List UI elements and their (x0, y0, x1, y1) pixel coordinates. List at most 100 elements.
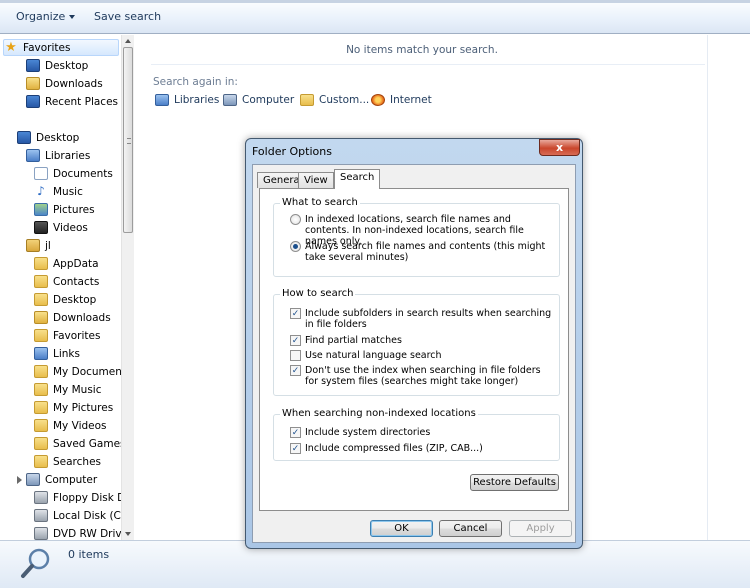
search-always-radio[interactable]: Always search file names and contents (t… (290, 241, 555, 263)
nav-item-contacts[interactable]: Contacts (34, 273, 99, 290)
nav-item-my-pictures[interactable]: My Pictures (34, 399, 113, 416)
search-computer-link[interactable]: Computer (223, 94, 294, 106)
scroll-thumb[interactable] (123, 47, 133, 233)
nav-item-desktop-root[interactable]: Desktop (17, 129, 79, 146)
documents-icon (34, 167, 48, 180)
nav-label: DVD RW Drive (53, 527, 129, 540)
favorites-icon (34, 329, 48, 342)
no-index-system-checkbox[interactable]: ✓ Don't use the index when searching in f… (290, 365, 555, 387)
window-top-edge (0, 0, 750, 3)
nav-label: Searches (53, 455, 102, 468)
dialog-body: General View Search What to search In in… (252, 164, 576, 543)
search-again-label: Search again in: (153, 76, 238, 88)
nav-label: My Documents (53, 365, 132, 378)
tab-view[interactable]: View (298, 172, 334, 188)
nav-label: Desktop (53, 293, 97, 306)
dvd-icon (34, 527, 48, 540)
nav-item-downloads[interactable]: Downloads (26, 75, 103, 92)
organize-button[interactable]: Organize (16, 10, 76, 23)
nav-label: Pictures (53, 203, 95, 216)
computer-icon (223, 94, 237, 106)
option-label: Include compressed files (ZIP, CAB...) (305, 443, 483, 454)
nav-label: Libraries (45, 149, 91, 162)
checkbox-checked[interactable]: ✓ (290, 443, 301, 454)
nav-item-appdata[interactable]: AppData (34, 255, 99, 272)
folder-icon (34, 257, 48, 270)
nav-item-pictures[interactable]: Pictures (34, 201, 95, 218)
nav-label: Videos (53, 221, 88, 234)
item-count: 0 items (68, 548, 110, 561)
option-label: Include subfolders in search results whe… (305, 308, 552, 330)
nav-item-documents[interactable]: Documents (34, 165, 113, 182)
nav-item-dvd[interactable]: DVD RW Drive (34, 525, 128, 540)
disk-icon (34, 509, 48, 522)
search-internet-link[interactable]: Internet (371, 94, 432, 106)
checkbox-checked[interactable]: ✓ (290, 365, 301, 376)
radio-button-selected[interactable] (290, 241, 301, 252)
save-search-button[interactable]: Save search (94, 10, 161, 23)
nav-item-saved-games[interactable]: Saved Games (34, 435, 126, 452)
checkbox-checked[interactable]: ✓ (290, 308, 301, 319)
checkbox-checked[interactable]: ✓ (290, 427, 301, 438)
desktop-icon (34, 293, 48, 306)
search-custom-link[interactable]: Custom... (300, 94, 369, 106)
nav-item-user-favorites[interactable]: Favorites (34, 327, 100, 344)
ok-button[interactable]: OK (370, 520, 433, 537)
search-libraries-link[interactable]: Libraries (155, 94, 219, 106)
tab-search[interactable]: Search (334, 169, 381, 189)
nav-label: Desktop (36, 131, 80, 144)
expand-arrow-icon[interactable] (17, 476, 22, 484)
nav-item-user-downloads[interactable]: Downloads (34, 309, 111, 326)
nav-item-my-videos[interactable]: My Videos (34, 417, 107, 434)
downloads-icon (34, 311, 48, 324)
option-label: Always search file names and contents (t… (305, 241, 546, 263)
navigation-pane: ★ Favorites Desktop Downloads Recent Plac… (0, 35, 134, 540)
videos-icon (34, 221, 48, 234)
restore-defaults-button[interactable]: Restore Defaults (470, 474, 559, 491)
nav-item-desktop[interactable]: Desktop (26, 57, 88, 74)
scroll-up-icon[interactable] (125, 39, 131, 43)
desktop-icon (17, 131, 31, 144)
user-folder-icon (26, 239, 40, 252)
nav-item-recent-places[interactable]: Recent Places (26, 93, 118, 110)
nav-item-my-documents[interactable]: My Documents (34, 363, 131, 380)
group-title: How to search (280, 288, 356, 299)
nav-label: AppData (53, 257, 99, 270)
pictures-icon (34, 203, 48, 216)
nav-item-links[interactable]: Links (34, 345, 80, 362)
nav-scrollbar[interactable] (121, 35, 134, 540)
checkbox-checked[interactable]: ✓ (290, 335, 301, 346)
nav-item-local-disk[interactable]: Local Disk (C:) (34, 507, 129, 524)
scroll-down-icon[interactable] (125, 532, 131, 536)
natural-language-checkbox[interactable]: Use natural language search (290, 350, 555, 361)
nav-item-my-music[interactable]: My Music (34, 381, 102, 398)
videos-icon (34, 419, 48, 432)
nav-item-music[interactable]: ♪ Music (34, 183, 83, 200)
system-directories-checkbox[interactable]: ✓ Include system directories (290, 427, 555, 438)
music-icon (34, 383, 48, 396)
cancel-button[interactable]: Cancel (439, 520, 502, 537)
nav-item-jl[interactable]: jl (26, 237, 51, 254)
nav-item-libraries[interactable]: Libraries (26, 147, 90, 164)
option-label: Don't use the index when searching in fi… (305, 365, 541, 387)
non-indexed-group: When searching non-indexed locations ✓ In… (273, 408, 560, 461)
radio-button[interactable] (290, 214, 301, 225)
compressed-files-checkbox[interactable]: ✓ Include compressed files (ZIP, CAB...) (290, 443, 555, 454)
nav-label: Saved Games (53, 437, 126, 450)
libraries-icon (155, 94, 169, 106)
nav-item-floppy[interactable]: Floppy Disk Dri (34, 489, 132, 506)
checkbox-unchecked[interactable] (290, 350, 301, 361)
apply-button[interactable]: Apply (509, 520, 572, 537)
option-label: Include system directories (305, 427, 431, 438)
nav-item-favorites[interactable]: ★ Favorites (3, 39, 119, 56)
partial-matches-checkbox[interactable]: ✓ Find partial matches (290, 335, 555, 346)
nav-item-user-desktop[interactable]: Desktop (34, 291, 96, 308)
nav-item-computer[interactable]: Computer (26, 471, 97, 488)
nav-label: My Pictures (53, 401, 114, 414)
custom-folder-icon (300, 94, 314, 106)
close-button[interactable]: x (539, 139, 580, 156)
nav-item-videos[interactable]: Videos (34, 219, 88, 236)
nav-label: Local Disk (C:) (53, 509, 129, 522)
nav-item-searches[interactable]: Searches (34, 453, 101, 470)
include-subfolders-checkbox[interactable]: ✓ Include subfolders in search results wh… (290, 308, 555, 330)
